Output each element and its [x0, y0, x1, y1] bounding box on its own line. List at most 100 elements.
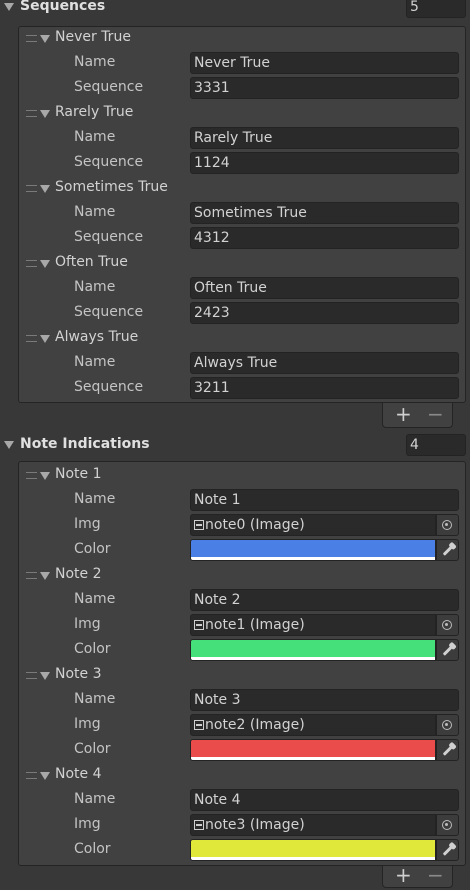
- sequence-label: Sequence: [74, 304, 144, 320]
- name-label: Name: [74, 354, 116, 370]
- name-label: Name: [74, 54, 116, 70]
- drag-handle-icon[interactable]: [26, 260, 37, 267]
- color-label: Color: [74, 541, 111, 557]
- drag-handle-icon[interactable]: [26, 185, 37, 192]
- drag-handle-icon[interactable]: [26, 572, 37, 579]
- chevron-down-icon[interactable]: [40, 110, 50, 118]
- sequences-add-button[interactable]: +: [395, 404, 412, 424]
- img-label: Img: [74, 716, 101, 732]
- name-field[interactable]: Often True: [190, 277, 459, 299]
- drag-handle-icon[interactable]: [26, 772, 37, 779]
- sequence-field[interactable]: 4312: [190, 227, 459, 249]
- color-swatch-field[interactable]: [190, 839, 436, 861]
- sequence-field[interactable]: 3211: [190, 377, 459, 399]
- eyedropper-button[interactable]: [436, 839, 459, 861]
- note-item-header[interactable]: Note 4: [55, 766, 102, 782]
- target-icon: [442, 620, 452, 630]
- note-item-header[interactable]: Note 1: [55, 466, 102, 482]
- sequence-label: Sequence: [74, 79, 144, 95]
- object-picker-button[interactable]: [436, 714, 459, 736]
- color-swatch: [191, 640, 435, 657]
- color-swatch-field[interactable]: [190, 539, 436, 561]
- sequence-field[interactable]: 2423: [190, 302, 459, 324]
- name-field[interactable]: Note 1: [190, 489, 459, 511]
- object-picker-button[interactable]: [436, 514, 459, 536]
- name-field[interactable]: Always True: [190, 352, 459, 374]
- sequences-foldout-arrow-icon[interactable]: [4, 3, 14, 11]
- sequence-item-header[interactable]: Often True: [55, 254, 128, 270]
- color-swatch: [191, 840, 435, 857]
- object-picker-button[interactable]: [436, 614, 459, 636]
- img-object-field[interactable]: note3 (Image): [190, 814, 436, 836]
- img-object-field[interactable]: note0 (Image): [190, 514, 436, 536]
- sequence-item-header[interactable]: Always True: [55, 329, 138, 345]
- drag-handle-icon[interactable]: [26, 35, 37, 42]
- sequences-section-title: Sequences: [20, 0, 106, 14]
- sequence-field[interactable]: 1124: [190, 152, 459, 174]
- img-object-field[interactable]: note1 (Image): [190, 614, 436, 636]
- object-picker-button[interactable]: [436, 814, 459, 836]
- alpha-bar: [191, 657, 435, 660]
- img-object-value: note0 (Image): [205, 517, 305, 533]
- name-label: Name: [74, 691, 116, 707]
- eyedropper-icon: [442, 745, 454, 756]
- chevron-down-icon[interactable]: [40, 185, 50, 193]
- name-field[interactable]: Rarely True: [190, 127, 459, 149]
- image-icon: [194, 520, 204, 530]
- name-field[interactable]: Sometimes True: [190, 202, 459, 224]
- chevron-down-icon[interactable]: [40, 35, 50, 43]
- drag-handle-icon[interactable]: [26, 472, 37, 479]
- notes-section-title: Note Indications: [20, 436, 150, 452]
- img-label: Img: [74, 816, 101, 832]
- chevron-down-icon[interactable]: [40, 572, 50, 580]
- drag-handle-icon[interactable]: [26, 110, 37, 117]
- sequence-field[interactable]: 3331: [190, 77, 459, 99]
- sequence-item-header[interactable]: Never True: [55, 29, 131, 45]
- sequence-item-header[interactable]: Sometimes True: [55, 179, 168, 195]
- chevron-down-icon[interactable]: [40, 672, 50, 680]
- color-label: Color: [74, 641, 111, 657]
- notes-list-footer: + −: [382, 865, 453, 888]
- color-swatch-field[interactable]: [190, 739, 436, 761]
- color-swatch: [191, 740, 435, 757]
- name-field[interactable]: Never True: [190, 52, 459, 74]
- name-field[interactable]: Note 2: [190, 589, 459, 611]
- sequences-remove-button[interactable]: −: [427, 404, 444, 424]
- chevron-down-icon[interactable]: [40, 472, 50, 480]
- eyedropper-button[interactable]: [436, 739, 459, 761]
- alpha-bar: [191, 857, 435, 860]
- alpha-bar: [191, 757, 435, 760]
- img-object-field[interactable]: note2 (Image): [190, 714, 436, 736]
- sequence-item-header[interactable]: Rarely True: [55, 104, 133, 120]
- eyedropper-button[interactable]: [436, 639, 459, 661]
- chevron-down-icon[interactable]: [40, 772, 50, 780]
- color-swatch-field[interactable]: [190, 639, 436, 661]
- sequence-label: Sequence: [74, 379, 144, 395]
- color-label: Color: [74, 741, 111, 757]
- notes-count-field[interactable]: 4: [406, 434, 466, 456]
- notes-add-button[interactable]: +: [395, 865, 412, 885]
- name-field[interactable]: Note 4: [190, 789, 459, 811]
- sequences-list-footer: + −: [382, 403, 453, 428]
- color-label: Color: [74, 841, 111, 857]
- chevron-down-icon[interactable]: [40, 335, 50, 343]
- name-label: Name: [74, 791, 116, 807]
- eyedropper-icon: [442, 645, 454, 656]
- drag-handle-icon[interactable]: [26, 672, 37, 679]
- eyedropper-button[interactable]: [436, 539, 459, 561]
- note-item-header[interactable]: Note 3: [55, 666, 102, 682]
- notes-foldout-arrow-icon[interactable]: [4, 441, 14, 449]
- img-object-value: note1 (Image): [205, 617, 305, 633]
- note-item-header[interactable]: Note 2: [55, 566, 102, 582]
- img-label: Img: [74, 616, 101, 632]
- notes-remove-button[interactable]: −: [427, 865, 444, 885]
- name-field[interactable]: Note 3: [190, 689, 459, 711]
- chevron-down-icon[interactable]: [40, 260, 50, 268]
- image-icon: [194, 820, 204, 830]
- sequences-count-field[interactable]: 5: [406, 0, 466, 18]
- target-icon: [442, 520, 452, 530]
- drag-handle-icon[interactable]: [26, 335, 37, 342]
- sequence-label: Sequence: [74, 229, 144, 245]
- alpha-bar: [191, 557, 435, 560]
- color-swatch: [191, 540, 435, 557]
